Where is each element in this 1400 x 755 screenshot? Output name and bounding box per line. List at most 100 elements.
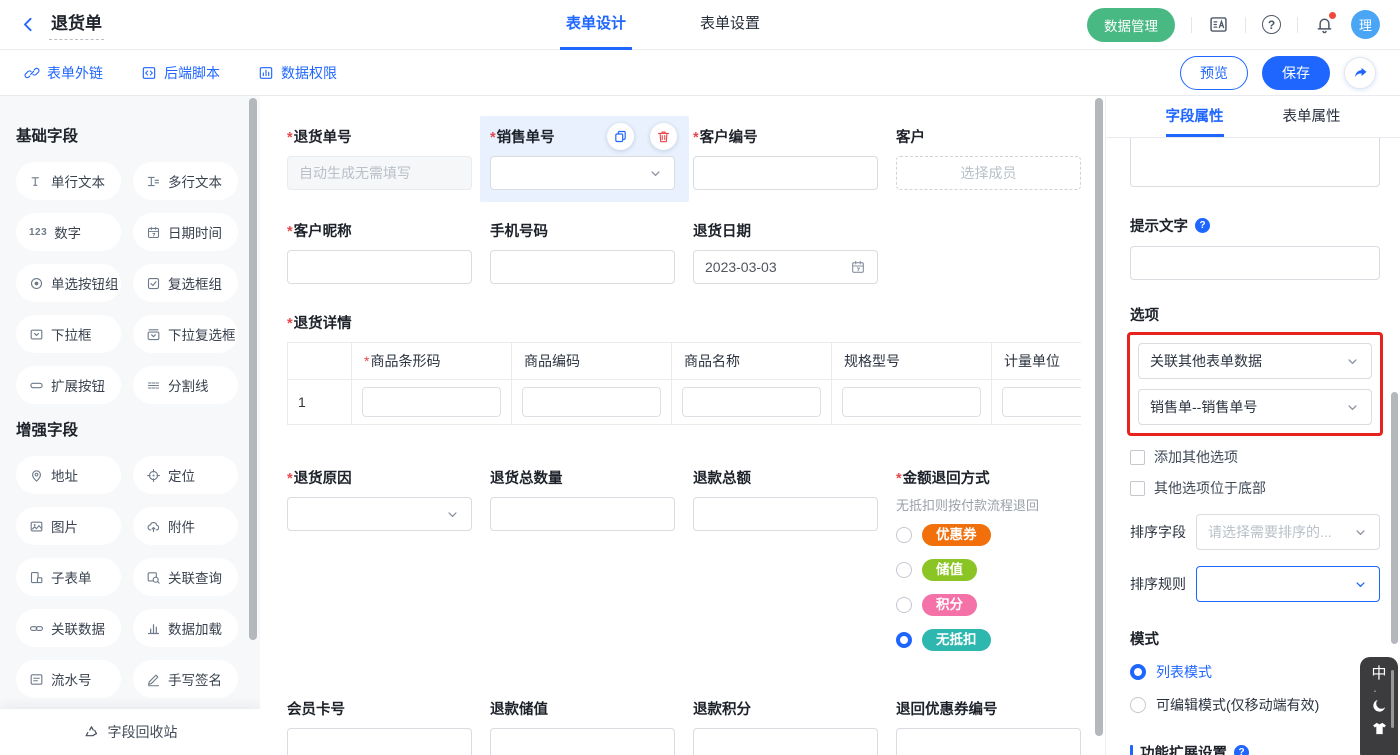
- bell-icon[interactable]: [1314, 14, 1335, 35]
- sidebar-scrollbar[interactable]: [249, 98, 257, 640]
- refund-option-no-deduction[interactable]: 无抵扣: [896, 629, 1081, 651]
- field-refund-stored[interactable]: 退款储值: [490, 698, 675, 755]
- language-toggle[interactable]: 中: [1371, 666, 1386, 681]
- checkbox-icon[interactable]: [1130, 481, 1145, 496]
- field-return-no[interactable]: *退货单号 自动生成无需填写: [287, 126, 472, 190]
- copy-field-button[interactable]: [607, 123, 634, 150]
- canvas-scrollbar[interactable]: [1095, 98, 1103, 736]
- barcode-cell-input[interactable]: [362, 387, 501, 417]
- translate-icon[interactable]: [1208, 14, 1229, 35]
- field-customer-no[interactable]: *客户编号: [693, 126, 878, 190]
- field-refund-points[interactable]: 退款积分: [693, 698, 878, 755]
- avatar[interactable]: 理: [1351, 10, 1380, 39]
- member-card-input[interactable]: [287, 728, 472, 755]
- add-other-option-checkbox[interactable]: 添加其他选项: [1130, 447, 1380, 467]
- share-button[interactable]: [1344, 57, 1376, 89]
- refund-stored-input[interactable]: [490, 728, 675, 755]
- backend-script-button[interactable]: 后端脚本: [141, 63, 220, 83]
- tab-form-properties[interactable]: 表单属性: [1283, 96, 1341, 137]
- data-manage-button[interactable]: 数据管理: [1087, 8, 1175, 42]
- unit-cell-input[interactable]: [1002, 387, 1081, 417]
- tab-form-design[interactable]: 表单设计: [560, 0, 632, 50]
- refund-option-stored-value[interactable]: 储值: [896, 559, 1081, 581]
- radio-icon[interactable]: [896, 597, 912, 613]
- field-mobile[interactable]: 手机号码: [490, 220, 675, 284]
- field-member-card[interactable]: 会员卡号: [287, 698, 472, 755]
- product-name-cell-input[interactable]: [682, 387, 821, 417]
- help-icon[interactable]: ?: [1262, 15, 1281, 34]
- field-return-reason[interactable]: *退货原因: [287, 467, 472, 664]
- panel-scrollbar[interactable]: [1391, 392, 1398, 644]
- field-type-image[interactable]: 图片: [16, 507, 121, 545]
- spec-cell-input[interactable]: [842, 387, 981, 417]
- nickname-input[interactable]: [287, 250, 472, 284]
- field-sales-no-selected[interactable]: *销售单号: [480, 116, 689, 202]
- checkbox-icon[interactable]: [1130, 450, 1145, 465]
- field-type-checkbox-group[interactable]: 复选框组: [133, 264, 238, 302]
- total-amount-input[interactable]: [693, 497, 878, 531]
- preview-button[interactable]: 预览: [1180, 56, 1248, 90]
- sales-no-select[interactable]: [490, 156, 675, 190]
- field-type-multi-line-text[interactable]: 多行文本: [133, 162, 238, 200]
- radio-checked-icon[interactable]: [1130, 664, 1146, 680]
- field-type-linked-data[interactable]: 关联数据: [16, 609, 121, 647]
- radio-checked-icon[interactable]: [896, 632, 912, 648]
- sort-field-select[interactable]: 请选择需要排序的...: [1196, 514, 1380, 550]
- field-type-attachment[interactable]: 附件: [133, 507, 238, 545]
- tab-field-properties[interactable]: 字段属性: [1166, 96, 1224, 137]
- mobile-input[interactable]: [490, 250, 675, 284]
- field-recycle-bin[interactable]: 字段回收站: [0, 709, 260, 755]
- mode-editable-radio[interactable]: 可编辑模式(仅移动端有效): [1130, 695, 1380, 715]
- field-type-number[interactable]: 123数字: [16, 213, 121, 251]
- data-permission-button[interactable]: 数据权限: [258, 63, 337, 83]
- field-type-subform[interactable]: 子表单: [16, 558, 121, 596]
- field-type-single-line-text[interactable]: 单行文本: [16, 162, 121, 200]
- field-type-location[interactable]: 定位: [133, 456, 238, 494]
- field-type-lookup-query[interactable]: 关联查询: [133, 558, 238, 596]
- field-type-radio-group[interactable]: 单选按钮组: [16, 264, 121, 302]
- field-return-date[interactable]: 退货日期 2023-03-03: [693, 220, 878, 284]
- radio-icon[interactable]: [1130, 697, 1146, 713]
- other-option-bottom-checkbox[interactable]: 其他选项位于底部: [1130, 478, 1380, 498]
- radio-icon[interactable]: [896, 527, 912, 543]
- field-nickname[interactable]: *客户昵称: [287, 220, 472, 284]
- delete-field-button[interactable]: [650, 123, 677, 150]
- refund-option-coupon[interactable]: 优惠券: [896, 524, 1081, 546]
- back-icon[interactable]: [20, 16, 37, 33]
- radio-icon[interactable]: [896, 562, 912, 578]
- field-type-multi-select[interactable]: 下拉复选框: [133, 315, 238, 353]
- field-type-serial-number[interactable]: 流水号: [16, 660, 121, 698]
- refund-points-input[interactable]: [693, 728, 878, 755]
- moon-icon[interactable]: [1371, 697, 1388, 714]
- field-customer[interactable]: 客户 选择成员: [896, 126, 1081, 190]
- field-type-select[interactable]: 下拉框: [16, 315, 121, 353]
- external-link-button[interactable]: 表单外链: [24, 63, 103, 83]
- mode-list-radio[interactable]: 列表模式: [1130, 662, 1380, 682]
- field-type-extend-button[interactable]: 扩展按钮: [16, 366, 121, 404]
- field-name-input-cut[interactable]: [1130, 138, 1380, 187]
- hint-text-input[interactable]: [1130, 246, 1380, 280]
- total-qty-input[interactable]: [490, 497, 675, 531]
- form-title[interactable]: 退货单: [49, 9, 104, 40]
- tab-form-settings[interactable]: 表单设置: [694, 0, 766, 50]
- select-member-button[interactable]: 选择成员: [896, 156, 1081, 190]
- option-field-select[interactable]: 销售单--销售单号: [1138, 389, 1372, 425]
- option-source-select[interactable]: 关联其他表单数据: [1138, 343, 1372, 379]
- customer-no-input[interactable]: [693, 156, 878, 190]
- field-type-address[interactable]: 地址: [16, 456, 121, 494]
- help-icon[interactable]: ?: [1195, 218, 1210, 233]
- field-type-datetime[interactable]: 日期时间: [133, 213, 238, 251]
- help-icon[interactable]: ?: [1234, 745, 1249, 755]
- field-total-amount[interactable]: 退款总额: [693, 467, 878, 664]
- field-type-divider[interactable]: 分割线: [133, 366, 238, 404]
- product-code-cell-input[interactable]: [522, 387, 661, 417]
- field-refund-method[interactable]: *金额退回方式 无抵扣则按付款流程退回 优惠券 储值 积分 无抵扣: [896, 467, 1081, 664]
- field-type-data-load[interactable]: 数据加载: [133, 609, 238, 647]
- return-reason-select[interactable]: [287, 497, 472, 531]
- field-return-detail[interactable]: *退货详情 *商品条形码 商品编码 商品名称 规格型号 计量单位 1: [287, 312, 1081, 425]
- sort-rule-select[interactable]: [1196, 566, 1380, 602]
- field-type-signature[interactable]: 手写签名: [133, 660, 238, 698]
- coupon-no-input[interactable]: [896, 728, 1081, 755]
- field-total-qty[interactable]: 退货总数量: [490, 467, 675, 664]
- return-date-input[interactable]: 2023-03-03: [693, 250, 878, 284]
